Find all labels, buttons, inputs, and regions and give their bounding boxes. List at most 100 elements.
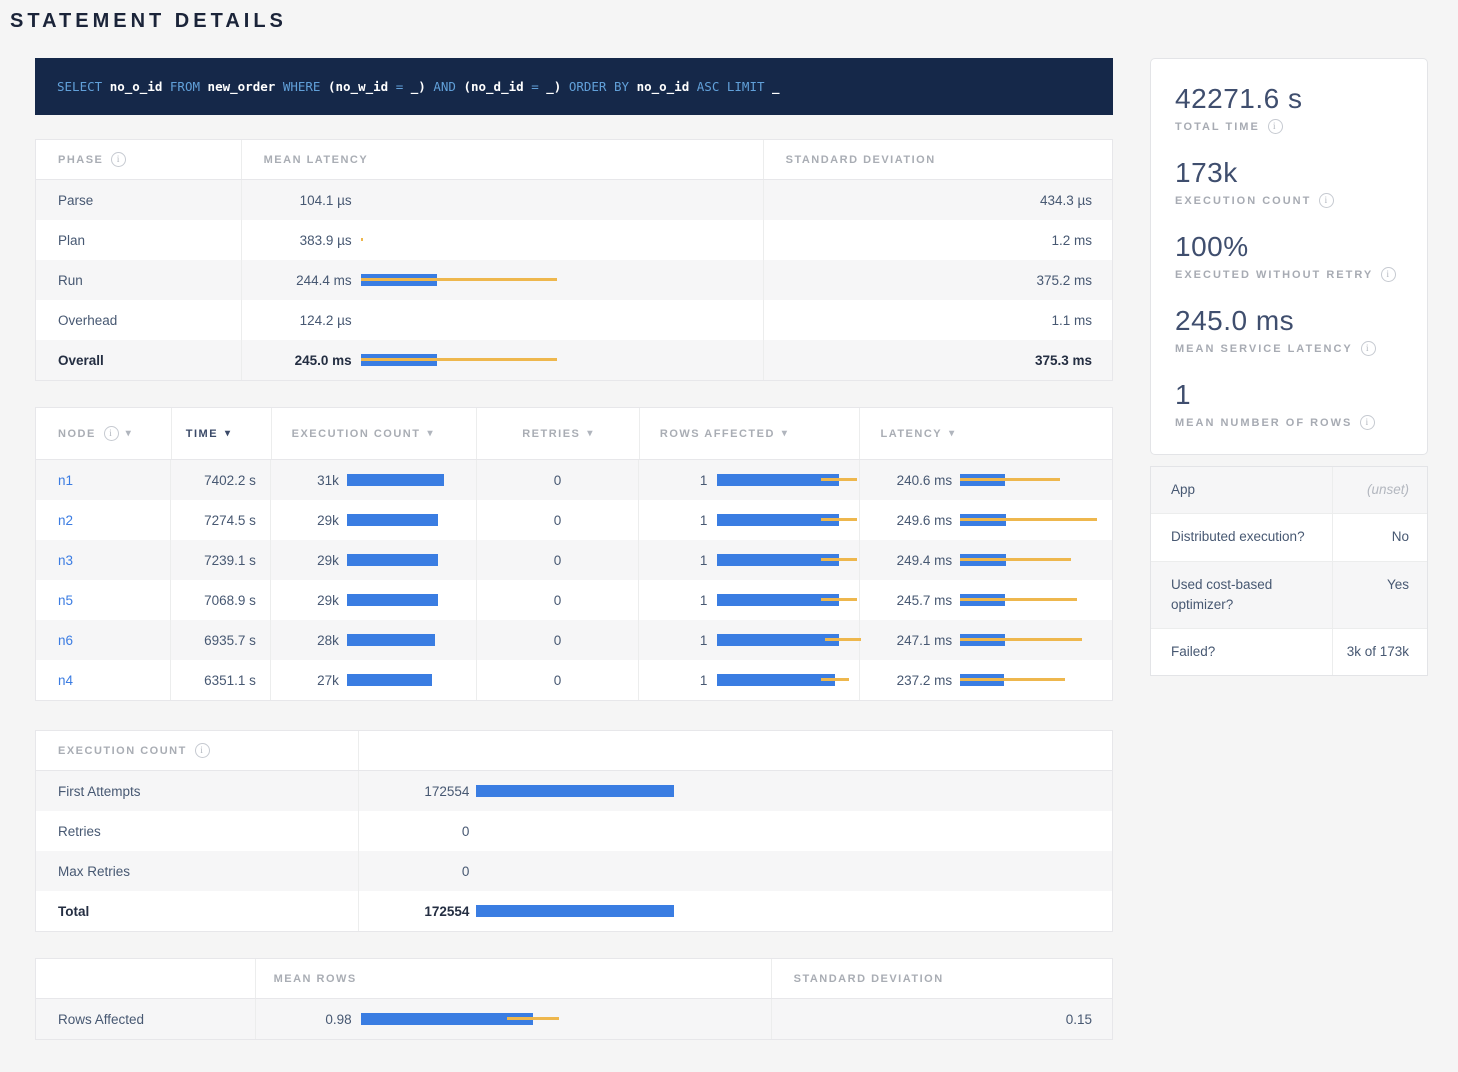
node-stats-table: NODE TIME EXECUTION COUNT RETRIES <box>35 407 1113 701</box>
retries-value: 0 <box>476 500 638 540</box>
sql-token: _) <box>411 79 434 94</box>
sql-token: no_o_id <box>637 79 697 94</box>
latency-value: 240.6 ms <box>880 473 952 488</box>
stat-value: 1 <box>1175 379 1403 411</box>
rows-affected-value: 1 <box>659 513 707 528</box>
latency-bar <box>361 274 571 286</box>
exec-row-value: 0 <box>381 864 469 879</box>
stat-executed-without-retry: 100% EXECUTED WITHOUT RETRY <box>1175 231 1403 282</box>
sort-arrow-icon <box>427 428 434 439</box>
col-header-latency[interactable]: LATENCY <box>859 408 1112 459</box>
sort-arrow-icon <box>126 428 133 439</box>
table-row: Overall 245.0 ms 375.3 ms <box>36 340 1112 380</box>
sql-token: ASC LIMIT <box>697 79 772 94</box>
col-header-standard-deviation: STANDARD DEVIATION <box>771 959 1112 998</box>
execution-count-bar <box>347 634 476 646</box>
count-bar <box>476 785 696 797</box>
sql-token: FROM <box>170 79 208 94</box>
rows-affected-value: 1 <box>659 633 707 648</box>
col-header-time[interactable]: TIME <box>171 408 271 459</box>
stddev-value: 1.2 ms <box>763 220 1112 260</box>
exec-row-label: Total <box>36 891 358 931</box>
statement-details-table: App (unset) Distributed execution? No Us… <box>1150 466 1428 676</box>
col-header-node[interactable]: NODE <box>36 408 171 459</box>
info-icon[interactable] <box>1268 119 1283 134</box>
execution-count-value: 27k <box>291 673 339 688</box>
info-icon[interactable] <box>1360 415 1375 430</box>
node-link[interactable]: n4 <box>58 673 73 688</box>
info-icon[interactable] <box>1319 193 1334 208</box>
stat-total-time: 42271.6 s TOTAL TIME <box>1175 83 1403 134</box>
retries-value: 0 <box>476 620 638 660</box>
latency-value: 249.4 ms <box>880 553 952 568</box>
node-link[interactable]: n2 <box>58 513 73 528</box>
detail-value: No <box>1333 514 1427 560</box>
rows-affected-table: MEAN ROWS STANDARD DEVIATION Rows Affect… <box>35 958 1113 1040</box>
exec-row-value: 172554 <box>381 904 469 919</box>
node-link[interactable]: n1 <box>58 473 73 488</box>
phase-label: Plan <box>36 220 241 260</box>
mean-rows-bar <box>361 1013 591 1025</box>
table-row: n5 7068.9 s 29k 0 1 245.7 ms <box>36 580 1112 620</box>
sql-token: no_o_id <box>110 79 170 94</box>
info-icon[interactable] <box>1361 341 1376 356</box>
mean-rows-value: 0.98 <box>274 1012 352 1027</box>
col-header-phase: PHASE <box>36 140 241 179</box>
info-icon[interactable] <box>111 152 126 167</box>
table-row: n2 7274.5 s 29k 0 1 249.6 ms <box>36 500 1112 540</box>
info-icon[interactable] <box>1381 267 1396 282</box>
latency-bar <box>960 474 1112 486</box>
rows-affected-bar <box>717 634 859 646</box>
retries-value: 0 <box>476 660 638 700</box>
table-row: n6 6935.7 s 28k 0 1 247.1 ms <box>36 620 1112 660</box>
latency-value: 249.6 ms <box>880 513 952 528</box>
execution-count-value: 28k <box>291 633 339 648</box>
exec-row-value: 172554 <box>381 784 469 799</box>
count-bar <box>476 865 696 877</box>
stat-mean-service-latency: 245.0 ms MEAN SERVICE LATENCY <box>1175 305 1403 356</box>
sql-statement-text: SELECT no_o_id FROM new_order WHERE (no_… <box>57 79 780 94</box>
col-header-mean-rows: MEAN ROWS <box>255 959 771 998</box>
count-bar <box>476 825 696 837</box>
rows-affected-bar <box>717 594 859 606</box>
stat-label: MEAN NUMBER OF ROWS <box>1175 415 1403 430</box>
node-link[interactable]: n3 <box>58 553 73 568</box>
table-row: n1 7402.2 s 31k 0 1 240.6 ms <box>36 460 1112 500</box>
col-header-retries[interactable]: RETRIES <box>476 408 639 459</box>
stddev-value: 1.1 ms <box>763 300 1112 340</box>
sql-token: ORDER BY <box>569 79 637 94</box>
detail-row-cost-based-optimizer: Used cost-based optimizer? Yes <box>1151 562 1427 630</box>
phase-label: Overhead <box>36 300 241 340</box>
mean-latency-value: 383.9 µs <box>264 233 352 248</box>
summary-stats-card: 42271.6 s TOTAL TIME 173k EXECUTION COUN… <box>1150 58 1428 455</box>
col-header-mean-latency: MEAN LATENCY <box>241 140 763 179</box>
col-header-rows-affected[interactable]: ROWS AFFECTED <box>639 408 860 459</box>
sql-token: AND <box>433 79 463 94</box>
rows-affected-bar <box>717 674 859 686</box>
stat-value: 100% <box>1175 231 1403 263</box>
col-header-execution-count[interactable]: EXECUTION COUNT <box>271 408 477 459</box>
rows-affected-value: 1 <box>659 473 707 488</box>
exec-row-label: Retries <box>36 811 358 851</box>
node-link[interactable]: n5 <box>58 593 73 608</box>
sort-arrow-icon <box>782 428 789 439</box>
stat-mean-number-of-rows: 1 MEAN NUMBER OF ROWS <box>1175 379 1403 430</box>
rows-affected-value: 1 <box>659 673 707 688</box>
mean-latency-value: 104.1 µs <box>264 193 352 208</box>
table-row: Retries 0 <box>36 811 1112 851</box>
detail-label: Failed? <box>1151 629 1333 675</box>
info-icon[interactable] <box>104 426 119 441</box>
execution-count-bar <box>347 514 476 526</box>
detail-value: 3k of 173k <box>1333 629 1427 675</box>
node-link[interactable]: n6 <box>58 633 73 648</box>
rows-affected-bar <box>717 474 859 486</box>
retries-value: 0 <box>476 460 638 500</box>
detail-label: Distributed execution? <box>1151 514 1333 560</box>
rows-affected-label: Rows Affected <box>36 999 255 1039</box>
phase-label: Parse <box>36 180 241 220</box>
detail-label: Used cost-based optimizer? <box>1151 562 1333 629</box>
mean-latency-value: 124.2 µs <box>264 313 352 328</box>
info-icon[interactable] <box>195 743 210 758</box>
latency-bar <box>361 314 571 326</box>
exec-row-value: 0 <box>381 824 469 839</box>
